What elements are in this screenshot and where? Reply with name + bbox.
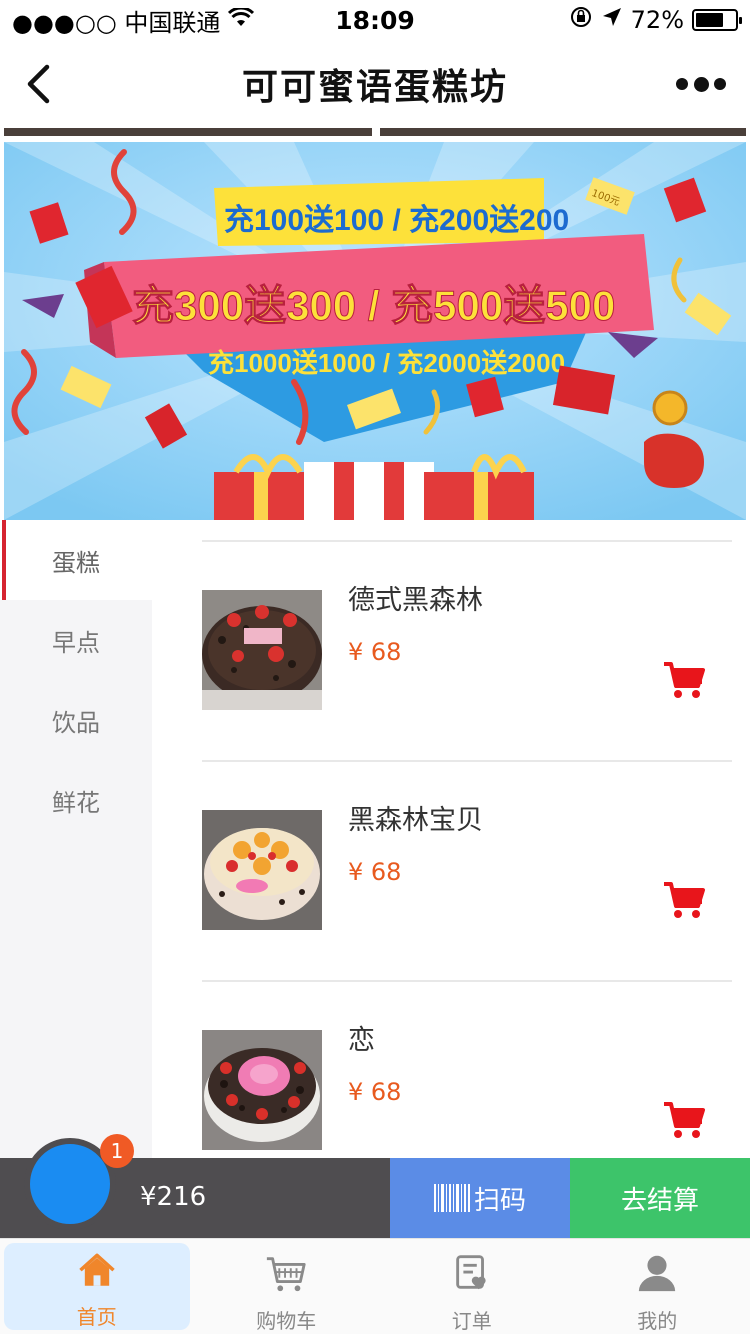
product-item[interactable]: 德式黑森林 ¥ 68 xyxy=(202,540,732,760)
promo-banner[interactable]: 充100送100 / 充200送200 充300送300 / 充500送500 … xyxy=(4,142,746,520)
category-drinks[interactable]: 饮品 xyxy=(0,680,152,760)
battery-level xyxy=(696,13,724,27)
add-to-cart-button[interactable] xyxy=(662,880,706,920)
product-name: 德式黑森林 xyxy=(348,585,483,616)
more-dot-icon xyxy=(693,76,709,92)
tab-label: 购物车 xyxy=(256,1309,317,1333)
battery-icon xyxy=(692,9,742,31)
add-to-cart-button[interactable] xyxy=(662,1100,706,1140)
product-price: ¥ 68 xyxy=(348,858,402,886)
product-image xyxy=(202,810,322,930)
home-icon xyxy=(79,1253,115,1286)
location-arrow-icon xyxy=(601,6,623,34)
barcode-icon xyxy=(433,1184,470,1212)
more-menu-button[interactable] xyxy=(676,70,726,98)
scan-label: 扫码 xyxy=(473,1185,526,1216)
battery-percent: 72% xyxy=(630,6,684,34)
carrier-label: ●●●○○ 中国联通 xyxy=(12,8,221,37)
banner-line-1: 充100送100 / 充200送200 xyxy=(224,204,569,237)
product-name: 恋 xyxy=(348,1025,375,1056)
user-icon xyxy=(639,1255,676,1292)
banner-line-2: 充300送300 / 充500送500 xyxy=(132,282,615,329)
category-label: 鲜花 xyxy=(52,788,100,817)
product-list: 德式黑森林 ¥ 68 黑森林宝贝 ¥ 68 恋 ¥ 68 xyxy=(152,520,750,1160)
promo-banner-art: 充100送100 / 充200送200 充300送300 / 充500送500 … xyxy=(4,142,746,520)
gold-coin-icon xyxy=(652,390,688,426)
cart-icon xyxy=(664,662,705,698)
category-flowers[interactable]: 鲜花 xyxy=(0,760,152,840)
tab-profile[interactable]: 我的 xyxy=(565,1239,750,1334)
category-label: 蛋糕 xyxy=(52,548,100,577)
checkout-label: 去结算 xyxy=(620,1185,699,1216)
category-label: 饮品 xyxy=(52,708,100,737)
chevron-left-icon xyxy=(27,64,50,104)
status-bar: ●●●○○ 中国联通 18:09 72% xyxy=(0,0,750,40)
product-image xyxy=(202,590,322,710)
tab-label: 首页 xyxy=(76,1305,117,1329)
nav-bar: 可可蜜语蛋糕坊 xyxy=(0,40,750,128)
category-label: 早点 xyxy=(52,628,100,657)
add-to-cart-button[interactable] xyxy=(662,660,706,700)
tab-label: 订单 xyxy=(451,1309,492,1333)
category-sidebar: 蛋糕 早点 饮品 鲜花 xyxy=(0,520,152,1160)
tab-orders[interactable]: 订单 xyxy=(379,1239,565,1334)
order-icon xyxy=(455,1255,486,1290)
page-title: 可可蜜语蛋糕坊 xyxy=(241,67,508,108)
category-breakfast[interactable]: 早点 xyxy=(0,600,152,680)
next-banner-edge xyxy=(380,128,746,136)
cart-icon xyxy=(267,1257,306,1292)
tab-label: 我的 xyxy=(637,1309,678,1333)
cart-icon xyxy=(664,1102,705,1138)
rotation-lock-icon xyxy=(569,5,593,35)
product-item[interactable]: 黑森林宝贝 ¥ 68 xyxy=(202,760,732,980)
banner-line-3: 充1000送1000 / 充2000送2000 xyxy=(208,348,565,378)
status-right: 72% xyxy=(569,5,742,35)
tab-home[interactable]: 首页 xyxy=(4,1243,190,1330)
category-cake[interactable]: 蛋糕 xyxy=(0,520,152,600)
scan-button[interactable]: 扫码 xyxy=(390,1158,570,1238)
cart-count-badge: 1 xyxy=(100,1134,134,1168)
product-price: ¥ 68 xyxy=(348,1078,402,1106)
back-button[interactable] xyxy=(18,62,58,106)
tab-bar: 首页 购物车 订单 我的 xyxy=(0,1238,750,1334)
more-dot-icon xyxy=(714,78,726,90)
app-screen: ●●●○○ 中国联通 18:09 72% 可可蜜语蛋糕坊 充100送100 / … xyxy=(0,0,750,1334)
cart-icon xyxy=(664,882,705,918)
more-dot-icon xyxy=(676,78,688,90)
cart-total: ¥216 xyxy=(140,1182,207,1212)
product-price: ¥ 68 xyxy=(348,638,402,666)
status-left: ●●●○○ 中国联通 xyxy=(12,3,255,38)
previous-banner-edge xyxy=(4,128,372,136)
product-item[interactable]: 恋 ¥ 68 xyxy=(202,980,732,1160)
tab-cart[interactable]: 购物车 xyxy=(194,1239,380,1334)
product-name: 黑森林宝贝 xyxy=(348,805,483,836)
wifi-icon xyxy=(228,6,255,34)
checkout-button[interactable]: 去结算 xyxy=(570,1158,750,1238)
product-image xyxy=(202,1030,322,1150)
money-bag-icon xyxy=(644,433,704,488)
